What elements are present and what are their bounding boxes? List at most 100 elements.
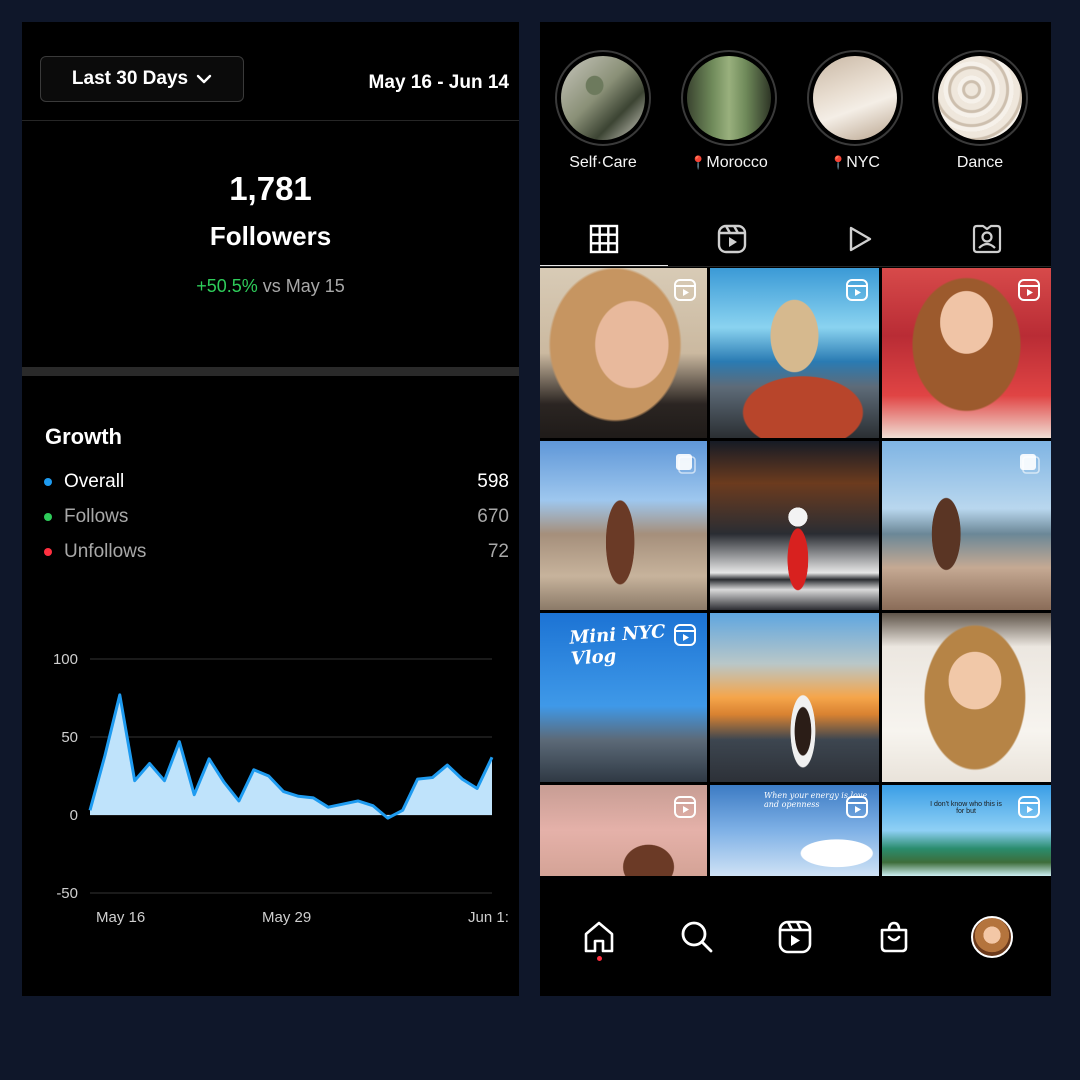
y-tick-label: 100 [53, 651, 78, 668]
tab-grid[interactable] [540, 212, 668, 267]
legend-row-unfollows: Unfollows 72 [44, 539, 509, 565]
y-tick-label: 0 [70, 807, 78, 824]
bottom-navigation [540, 878, 1051, 996]
growth-area [90, 694, 492, 819]
reels-icon [846, 279, 868, 301]
highlight-nyc[interactable]: 📍NYC [805, 50, 905, 172]
reels-icon [674, 624, 696, 646]
growth-chart: 100 50 0 -50 May 16 May 29 Jun 1: [53, 651, 509, 926]
nav-reels-button[interactable] [765, 907, 825, 967]
tab-reels[interactable] [668, 212, 796, 266]
highlight-label-row: 📍Morocco [679, 154, 779, 172]
x-tick-label: Jun 1: [468, 909, 509, 926]
post-thumbnail[interactable] [710, 441, 879, 610]
reels-icon [674, 279, 696, 301]
post-thumbnail[interactable]: When your energy is love and openness [710, 785, 879, 876]
post-thumbnail[interactable]: I don't know who this is for but [882, 785, 1051, 876]
date-range-dropdown-label: Last 30 Days [71, 68, 189, 89]
post-thumbnail[interactable]: Mini NYC Vlog [540, 613, 707, 782]
tab-videos[interactable] [796, 212, 924, 266]
highlight-morocco[interactable]: 📍Morocco [679, 50, 779, 172]
highlight-thumbnail [813, 56, 897, 140]
highlight-ring [555, 50, 651, 146]
change-percent: +50.5% [196, 276, 258, 296]
x-tick-label: May 29 [262, 909, 311, 926]
date-range-text: May 16 - Jun 14 [368, 72, 509, 93]
legend-label: Follows [64, 506, 129, 527]
reels-icon [1018, 279, 1040, 301]
reels-icon [779, 920, 812, 954]
divider [22, 120, 519, 121]
post-thumbnail[interactable] [882, 441, 1051, 610]
reels-icon [674, 796, 696, 818]
legend-label: Overall [64, 471, 125, 492]
date-range-dropdown[interactable]: Last 30 Days [40, 56, 244, 102]
x-tick-label: May 16 [96, 909, 145, 926]
insights-panel: Last 30 Days May 16 - Jun 14 1,781 Follo… [22, 22, 519, 996]
shop-icon [880, 921, 907, 953]
post-thumbnail[interactable] [540, 785, 707, 876]
followers-change: +50.5% vs May 15 [22, 276, 519, 297]
nav-home-button[interactable] [569, 907, 629, 967]
legend-dot [44, 513, 52, 521]
location-pin-icon: 📍 [690, 155, 707, 170]
post-grid: Mini NYC Vlog When your energy is love a… [540, 268, 1051, 876]
profile-tabs [540, 212, 1051, 267]
post-thumbnail[interactable] [540, 268, 707, 438]
highlight-thumbnail [561, 56, 645, 140]
nav-search-button[interactable] [667, 907, 727, 967]
reels-icon [1018, 796, 1040, 818]
y-tick-label: -50 [56, 885, 78, 902]
tagged-icon [973, 224, 1002, 254]
legend-value: 670 [477, 506, 509, 527]
highlight-label: Dance [956, 154, 1004, 171]
legend-dot [44, 548, 52, 556]
legend-row-overall: Overall 598 [44, 469, 509, 495]
post-thumbnail[interactable] [882, 613, 1051, 782]
legend-value: 598 [477, 471, 509, 492]
chevron-down-icon [196, 74, 212, 84]
post-caption: I don't know who this is for but [930, 801, 1002, 815]
carousel-icon [1020, 454, 1040, 474]
tab-tagged[interactable] [923, 212, 1051, 266]
highlight-thumbnail [687, 56, 771, 140]
highlight-dance[interactable]: Dance [930, 50, 1030, 172]
section-divider [22, 367, 519, 376]
tabs-divider [540, 266, 1051, 267]
nav-shop-button[interactable] [864, 907, 924, 967]
post-thumbnail[interactable] [540, 441, 707, 610]
profile-panel: Self·Care 📍Morocco 📍NYC Dance Mini NYC V… [540, 22, 1051, 996]
post-thumbnail[interactable] [882, 268, 1051, 438]
followers-count: 1,781 [229, 170, 312, 207]
carousel-icon [676, 454, 696, 474]
legend-dot [44, 478, 52, 486]
highlight-thumbnail [938, 56, 1022, 140]
notification-dot [597, 956, 603, 961]
highlight-ring [932, 50, 1028, 146]
highlight-label: Self·Care [569, 154, 637, 171]
video-play-icon [850, 226, 872, 252]
y-tick-label: 50 [61, 729, 78, 746]
highlight-ring [807, 50, 903, 146]
followers-label: Followers [209, 221, 332, 251]
growth-title: Growth [45, 424, 122, 449]
legend-value: 72 [487, 541, 509, 562]
nav-profile-button[interactable] [962, 907, 1022, 967]
highlight-label: NYC [846, 154, 880, 171]
legend-label: Unfollows [64, 541, 147, 562]
post-thumbnail[interactable] [710, 268, 879, 438]
change-reference: vs May 15 [262, 276, 345, 296]
highlight-self-care[interactable]: Self·Care [553, 50, 653, 172]
highlight-ring [681, 50, 777, 146]
highlight-label: Morocco [706, 154, 768, 171]
grid-icon [589, 224, 619, 254]
post-thumbnail[interactable] [710, 613, 879, 782]
legend-row-follows: Follows 670 [44, 504, 509, 530]
highlight-label-row: 📍NYC [805, 154, 905, 172]
location-pin-icon: 📍 [830, 155, 847, 170]
profile-avatar [970, 916, 1013, 958]
home-icon [584, 921, 614, 953]
reels-icon [846, 796, 868, 818]
reels-icon [717, 224, 746, 254]
search-icon [681, 921, 713, 953]
